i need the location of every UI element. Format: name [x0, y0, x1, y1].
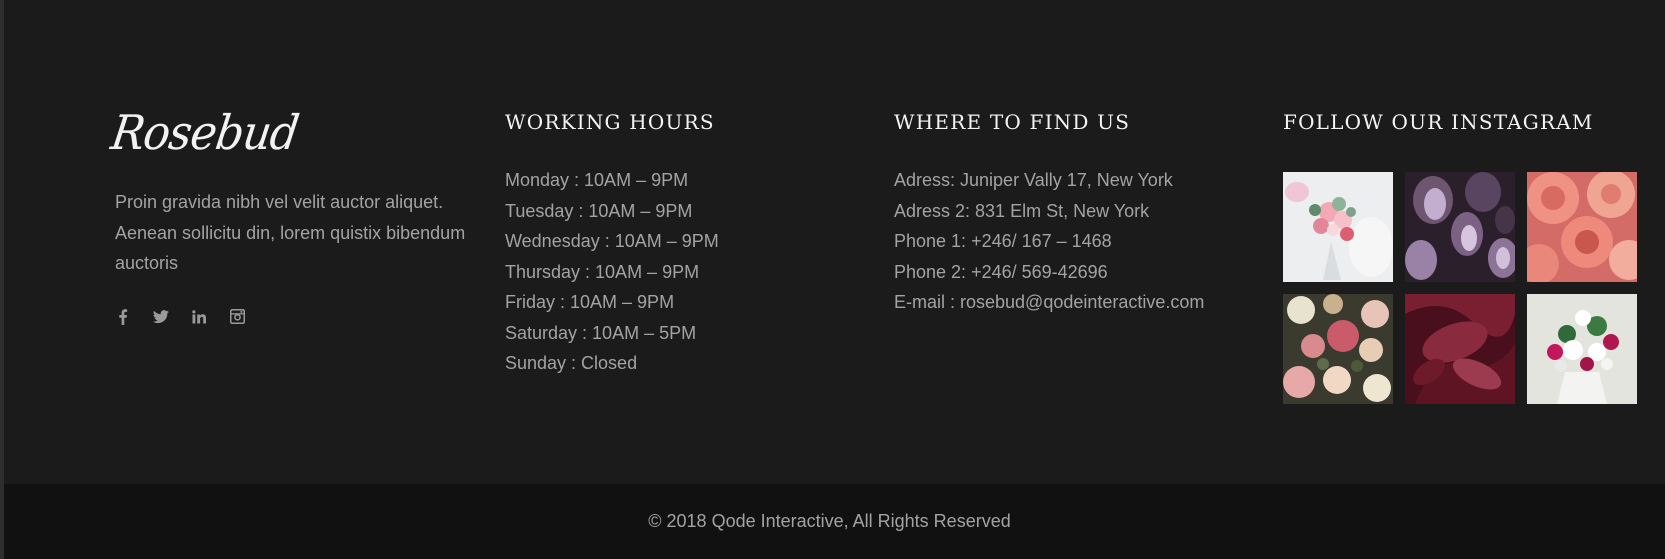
footer-bottom-bar: © 2018 Qode Interactive, All Rights Rese…	[4, 484, 1665, 559]
twitter-icon[interactable]	[153, 309, 169, 325]
footer-column-instagram: FOLLOW OUR INSTAGRAM	[1283, 100, 1655, 404]
instagram-photo-dark-red-petals[interactable]	[1405, 294, 1515, 404]
hours-item: Friday : 10AM – 9PM	[505, 292, 675, 312]
instagram-photo-mixed-roses[interactable]	[1283, 294, 1393, 404]
facebook-icon[interactable]	[115, 308, 131, 325]
linkedin-icon[interactable]	[191, 309, 207, 325]
footer-column-brand: Rosebud Proin gravida nibh vel velit auc…	[108, 100, 475, 325]
hours-item: Thursday : 10AM – 9PM	[505, 261, 700, 282]
instagram-photo-white-lily-bouquet[interactable]	[1527, 294, 1637, 404]
instagram-photo-pink-roses[interactable]	[1527, 172, 1637, 282]
hours-item: Sunday : Closed	[505, 353, 638, 373]
phone-2-item: Phone 2: +246/ 569-42696	[894, 261, 1108, 282]
email-item[interactable]: E-mail : rosebud@qodeinteractive.com	[894, 287, 1254, 318]
hours-item: Monday : 10AM – 9PM	[505, 170, 689, 190]
hours-item: Wednesday : 10AM – 9PM	[505, 231, 719, 251]
social-links	[115, 308, 475, 325]
working-hours-list: Monday : 10AM – 9PM Tuesday : 10AM – 9PM…	[505, 165, 845, 379]
instagram-photo-bouquet-white[interactable]	[1283, 172, 1393, 282]
phone-1-item: Phone 1: +246/ 167 – 1468	[894, 231, 1112, 251]
copyright-text: © 2018 Qode Interactive, All Rights Rese…	[648, 511, 1011, 531]
rosebud-logo[interactable]: Rosebud	[108, 106, 475, 161]
instagram-title: FOLLOW OUR INSTAGRAM	[1283, 110, 1594, 134]
address-2-item: Adress 2: 831 Elm St, New York	[894, 200, 1150, 221]
footer-column-find-us: WHERE TO FIND US Adress: Juniper Vally 1…	[894, 100, 1254, 334]
instagram-icon[interactable]	[229, 309, 245, 325]
footer-column-working-hours: WORKING HOURS Monday : 10AM – 9PM Tuesda…	[505, 100, 845, 395]
about-text: Proin gravida nibh vel velit auctor aliq…	[115, 192, 466, 273]
contact-list: Adress: Juniper Vally 17, New York Adres…	[894, 165, 1254, 318]
hours-item: Saturday : 10AM – 5PM	[505, 322, 697, 343]
working-hours-title: WORKING HOURS	[505, 110, 715, 134]
hours-item: Tuesday : 10AM – 9PM	[505, 200, 693, 221]
instagram-grid	[1283, 172, 1655, 404]
find-us-title: WHERE TO FIND US	[894, 110, 1131, 134]
page: Rosebud Proin gravida nibh vel velit auc…	[0, 0, 1665, 559]
instagram-photo-purple-tulips[interactable]	[1405, 172, 1515, 282]
address-item: Adress: Juniper Vally 17, New York	[894, 170, 1173, 190]
